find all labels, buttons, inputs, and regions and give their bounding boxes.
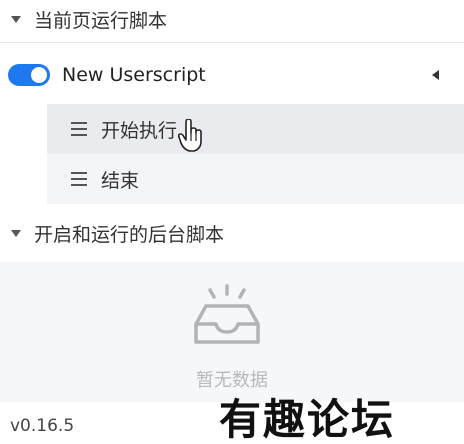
version-label: v0.16.5 <box>10 416 75 436</box>
watermark: 有趣论坛 <box>219 395 396 444</box>
collapse-caret-icon[interactable] <box>432 70 439 80</box>
menu-lines-icon <box>71 172 87 186</box>
script-enable-toggle[interactable] <box>8 64 50 86</box>
section-header-background[interactable]: 开启和运行的后台脚本 <box>0 212 464 254</box>
menu-item-label: 开始执行 <box>101 119 178 142</box>
section-header-current-page[interactable]: 当前页运行脚本 <box>0 0 464 38</box>
menu-item-end[interactable]: 结束 <box>47 154 464 204</box>
caret-down-icon <box>11 15 21 23</box>
menu-item-start[interactable]: 开始执行 <box>47 104 464 154</box>
caret-down-icon <box>11 229 21 237</box>
toggle-knob <box>31 67 47 83</box>
script-row[interactable]: New Userscript <box>0 49 464 101</box>
empty-inbox-icon <box>194 284 260 344</box>
section-title: 当前页运行脚本 <box>34 9 168 32</box>
section-title: 开启和运行的后台脚本 <box>34 223 225 246</box>
empty-state: 暂无数据 <box>0 262 464 402</box>
hand-cursor-icon <box>178 119 202 152</box>
menu-lines-icon <box>71 122 87 136</box>
divider <box>0 42 464 43</box>
menu-item-label: 结束 <box>101 169 140 192</box>
script-name: New Userscript <box>62 64 206 86</box>
